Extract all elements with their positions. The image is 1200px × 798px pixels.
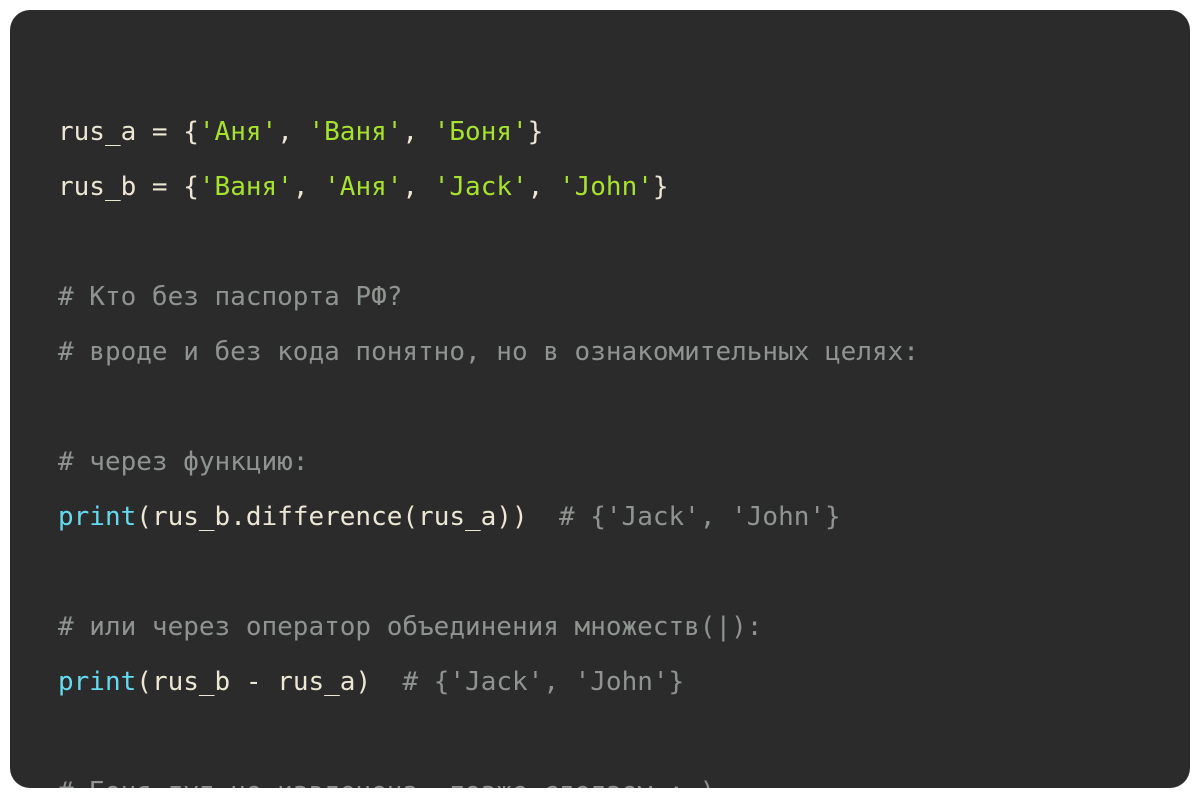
identifier: rus_b xyxy=(152,667,230,697)
string-literal: 'Ваня' xyxy=(309,117,403,147)
brace-close: } xyxy=(653,172,669,202)
code-line-1: rus_a = {'Аня', 'Ваня', 'Боня'} xyxy=(58,117,543,147)
comma: , xyxy=(293,172,324,202)
identifier: rus_a xyxy=(58,117,136,147)
paren-open: ( xyxy=(136,667,152,697)
operator-assign: = xyxy=(136,117,183,147)
brace-open: { xyxy=(183,172,199,202)
code-line-2: rus_b = {'Ваня', 'Аня', 'Jack', 'John'} xyxy=(58,172,669,202)
paren-open: ( xyxy=(136,502,152,532)
comment: # вроде и без кода понятно, но в ознаком… xyxy=(58,337,919,367)
code-block: rus_a = {'Аня', 'Ваня', 'Боня'} rus_b = … xyxy=(10,10,1190,788)
comment: # через функцию: xyxy=(58,447,308,477)
string-literal: 'Боня' xyxy=(434,117,528,147)
comma: , xyxy=(528,172,559,202)
comment: # Боня тут не извлечена, позже сделаем :… xyxy=(58,777,715,788)
brace-close: } xyxy=(528,117,544,147)
paren-close: ) xyxy=(512,502,528,532)
code-line-8: print(rus_b.difference(rus_a)) # {'Jack'… xyxy=(58,502,841,532)
builtin-print: print xyxy=(58,502,136,532)
string-literal: 'Ваня' xyxy=(199,172,293,202)
string-literal: 'Аня' xyxy=(199,117,277,147)
comma: , xyxy=(402,172,433,202)
brace-open: { xyxy=(183,117,199,147)
identifier: rus_b xyxy=(58,172,136,202)
comment: # или через оператор объединения множест… xyxy=(58,612,762,642)
comma: , xyxy=(402,117,433,147)
spacing xyxy=(528,502,559,532)
comment: # {'Jack', 'John'} xyxy=(402,667,684,697)
expression: rus_b.difference(rus_a) xyxy=(152,502,512,532)
string-literal: 'Аня' xyxy=(324,172,402,202)
comment: # Кто без паспорта РФ? xyxy=(58,282,402,312)
string-literal: 'John' xyxy=(559,172,653,202)
builtin-print: print xyxy=(58,667,136,697)
identifier: rus_a xyxy=(277,667,355,697)
operator-minus: - xyxy=(230,667,277,697)
spacing xyxy=(371,667,402,697)
code-line-11: print(rus_b - rus_a) # {'Jack', 'John'} xyxy=(58,667,684,697)
comment: # {'Jack', 'John'} xyxy=(559,502,841,532)
operator-assign: = xyxy=(136,172,183,202)
string-literal: 'Jack' xyxy=(434,172,528,202)
paren-close: ) xyxy=(355,667,371,697)
comma: , xyxy=(277,117,308,147)
